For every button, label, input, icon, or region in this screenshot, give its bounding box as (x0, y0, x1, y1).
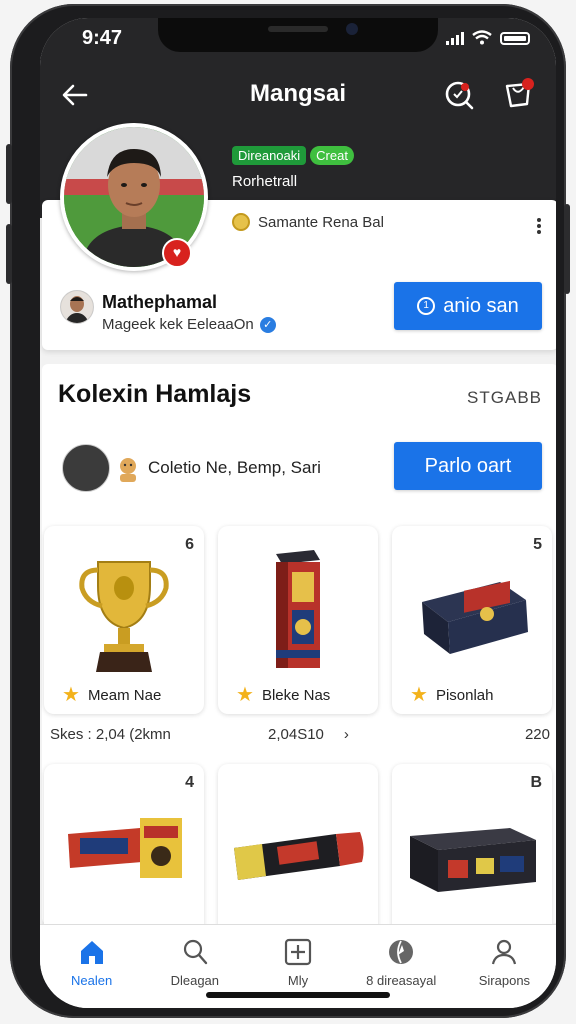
user-name: Mathephamal (102, 292, 218, 312)
stats-mid-value: 2,04S10 (268, 726, 324, 743)
nav-profile[interactable]: Sirapons (453, 925, 556, 1008)
stats-right: 220 (524, 726, 550, 743)
cart-icon[interactable] (502, 78, 536, 112)
tile-label: Pisonlah (435, 686, 494, 704)
nav-discover-label: 8 direasayal (366, 973, 437, 988)
nav-search-label: Dleagan (170, 973, 220, 988)
page-title: Mangsai (249, 80, 347, 107)
stats-left: Skes : 2,04 (2kmn (50, 726, 171, 743)
follow-button[interactable]: 1 anio san (394, 282, 542, 330)
star-icon: ★ (62, 684, 80, 706)
card-case-image (422, 580, 528, 654)
button-circle-icon: 1 (417, 297, 436, 315)
collaborators-text: Coletio Ne, Bemp, Sari (148, 458, 321, 477)
profile-subtitle: Rorhetrall (232, 173, 298, 190)
tile-caption: ★ Bleke Nas (236, 684, 331, 706)
status-icons (446, 30, 530, 45)
tile-label: Bleke Nas (261, 686, 331, 704)
user-subtitle: Mageek kek EeleaaOn ✓ (102, 316, 276, 333)
collection-item-1[interactable]: 6 ★ Meam Nae (44, 526, 204, 714)
tile-label: Meam Nae (87, 686, 162, 704)
nav-home[interactable]: Nealen (40, 925, 143, 1008)
status-time: 9:47 (82, 27, 123, 49)
collectible-box-image (276, 550, 320, 668)
user-avatar[interactable] (60, 290, 94, 324)
nav-add-label: Mly (287, 973, 309, 988)
star-icon: ★ (410, 684, 428, 706)
home-icon (80, 941, 103, 964)
tag-secondary: Creat (310, 146, 354, 165)
collection-item-4[interactable]: 4 (44, 764, 204, 944)
globe-icon (389, 940, 414, 964)
side-button-left (6, 144, 12, 204)
side-button-left-2 (6, 224, 12, 284)
search-icon (183, 939, 207, 965)
product-pack-image (68, 818, 182, 878)
collection-item-5[interactable] (218, 764, 378, 944)
coin-text: Samante Rena Bal (258, 213, 384, 231)
app-screen: 9:47 Mangsai ♥ Direanoaki Creat Rorhetra… (40, 18, 556, 1008)
trophy-image (79, 561, 169, 672)
battery-icon (500, 32, 530, 45)
signal-icon (446, 32, 464, 45)
stats-mid: 2,04S10 › (268, 726, 349, 743)
side-button-right (564, 204, 570, 294)
phone-frame: 9:47 Mangsai ♥ Direanoaki Creat Rorhetra… (6, 4, 570, 1018)
collaborators-row: Coletio Ne, Bemp, Sari (62, 444, 321, 492)
collection-action-label: Parlo oart (424, 454, 512, 477)
collection-item-3[interactable]: 5 ★ Pisonlah (392, 526, 552, 714)
tile-caption: ★ Pisonlah (410, 684, 494, 706)
nav-profile-label: Sirapons (478, 973, 531, 988)
profile-tags: Direanoaki Creat (232, 146, 354, 165)
collection-code: STGABB (467, 388, 542, 407)
add-square-icon (284, 938, 312, 966)
camera (346, 23, 358, 35)
notch (158, 18, 438, 52)
collection-item-6[interactable]: B (392, 764, 552, 944)
verified-badge-icon: ♥ (162, 238, 192, 268)
speaker (268, 26, 328, 32)
box-set-image (410, 828, 536, 892)
collaborator-avatar[interactable] (62, 444, 110, 492)
collection-title: Kolexin Hamlajs (58, 380, 252, 408)
search-notification-icon[interactable] (442, 78, 476, 112)
tile-caption: ★ Meam Nae (62, 684, 162, 706)
collection-item-2[interactable]: ★ Bleke Nas (218, 526, 378, 714)
coin-icon (232, 213, 250, 231)
nav-home-label: Nealen (71, 973, 113, 988)
user-sub-text: Mageek kek EeleaaOn (102, 316, 254, 333)
tag-primary: Direanoaki (232, 146, 307, 165)
coin-balance: Samante Rena Bal (232, 213, 384, 231)
more-options-icon[interactable] (534, 216, 544, 238)
verified-icon: ✓ (259, 316, 276, 333)
chevron-right-icon[interactable]: › (344, 726, 349, 743)
profile-icon (492, 939, 517, 965)
wifi-icon (472, 30, 492, 45)
follow-button-label: anio san (443, 294, 519, 317)
spray-can-image (234, 832, 364, 880)
collaborator-emoji-icon (120, 458, 136, 482)
star-icon: ★ (236, 684, 254, 706)
home-indicator[interactable] (206, 992, 390, 998)
collection-action-button[interactable]: Parlo oart (394, 442, 542, 490)
